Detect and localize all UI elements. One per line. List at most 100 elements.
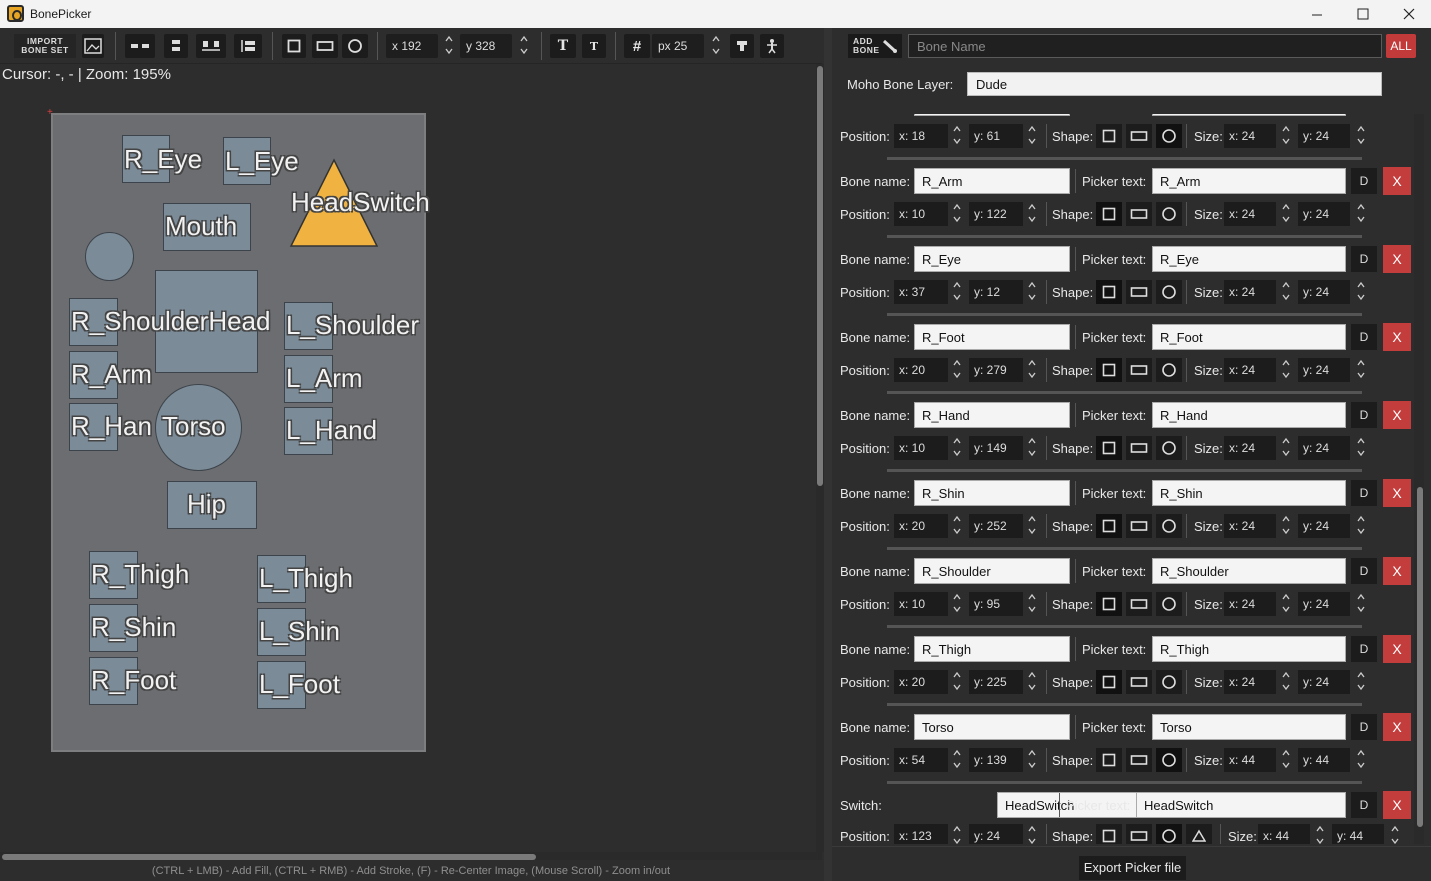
bone-list-scroll-thumb[interactable] (1417, 487, 1423, 827)
close-button[interactable] (1386, 0, 1431, 28)
shape-circle-button[interactable] (1156, 202, 1182, 226)
bone-position-y-stepper[interactable] (1026, 592, 1038, 616)
bone-position-y[interactable]: y: 95 (969, 592, 1023, 616)
bone-size-x-stepper[interactable] (1280, 670, 1292, 694)
moho-bone-layer-field[interactable]: Dude (967, 72, 1382, 96)
shape-circle-button[interactable] (1156, 358, 1182, 382)
bone-position-x-stepper[interactable] (951, 280, 963, 304)
bone-position-x-stepper[interactable] (951, 202, 963, 226)
bone-size-x-stepper[interactable] (1314, 824, 1326, 844)
bone-size-y[interactable]: y: 24 (1298, 514, 1350, 538)
bone-position-y-stepper[interactable] (1026, 202, 1038, 226)
bone-position-y[interactable]: y: 149 (969, 436, 1023, 460)
bone-size-x[interactable]: x: 24 (1224, 592, 1276, 616)
bone-size-y-stepper[interactable] (1389, 824, 1401, 844)
shape-circle-button[interactable] (342, 34, 368, 58)
all-button[interactable]: ALL (1386, 34, 1416, 58)
bone-name-field[interactable] (914, 114, 1070, 116)
picker-text-field[interactable]: R_Shoulder (1152, 558, 1346, 584)
add-bone-button[interactable]: ADD BONE (848, 34, 902, 58)
bone-position-x[interactable]: x: 18 (894, 124, 948, 148)
bone-size-x-stepper[interactable] (1280, 358, 1292, 382)
shape-circle-button[interactable] (1156, 824, 1182, 844)
bone-position-x-stepper[interactable] (951, 824, 963, 844)
shape-rectangle-button[interactable] (1126, 202, 1152, 226)
duplicate-button[interactable]: D (1351, 714, 1377, 740)
minimize-button[interactable] (1294, 0, 1340, 28)
picker-text-field[interactable]: Torso (1152, 714, 1346, 740)
bone-position-x[interactable]: x: 54 (894, 748, 948, 772)
canvas-horizontal-scroll-thumb[interactable] (2, 854, 536, 860)
shape-rectangle-button[interactable] (312, 34, 338, 58)
shape-rectangle-button[interactable] (1126, 436, 1152, 460)
position-x-field[interactable]: x 192 (386, 34, 438, 58)
delete-button[interactable]: X (1383, 635, 1411, 663)
duplicate-button[interactable]: D (1351, 246, 1377, 272)
bone-size-x-stepper[interactable] (1280, 514, 1292, 538)
bone-name-field[interactable]: R_Thigh (914, 636, 1070, 662)
shape-square-button[interactable] (282, 34, 306, 58)
shape-rectangle-button[interactable] (1126, 358, 1152, 382)
shape-circle-button[interactable] (1156, 514, 1182, 538)
bone-size-x[interactable]: x: 24 (1224, 280, 1276, 304)
text-size-button[interactable]: T (582, 34, 606, 58)
grid-size-stepper[interactable] (709, 34, 723, 58)
bone-position-x[interactable]: x: 10 (894, 202, 948, 226)
bone-size-y-stepper[interactable] (1355, 514, 1367, 538)
panel-splitter[interactable] (824, 28, 832, 881)
snap-button[interactable] (730, 34, 754, 58)
image-import-button[interactable] (82, 34, 104, 58)
bone-position-x[interactable]: x: 10 (894, 592, 948, 616)
bone-position-y[interactable]: y: 225 (969, 670, 1023, 694)
bone-position-y-stepper[interactable] (1026, 748, 1038, 772)
bone-position-x[interactable]: x: 37 (894, 280, 948, 304)
text-tool-button[interactable]: T (550, 34, 576, 58)
shape-circle-button[interactable] (1156, 670, 1182, 694)
bone-size-x-stepper[interactable] (1280, 748, 1292, 772)
bone-size-y[interactable]: y: 24 (1298, 124, 1350, 148)
bone-size-x[interactable]: x: 24 (1224, 358, 1276, 382)
shape-circle-button[interactable] (1156, 748, 1182, 772)
bone-position-y-stepper[interactable] (1026, 670, 1038, 694)
bone-position-x[interactable]: x: 20 (894, 514, 948, 538)
duplicate-button[interactable]: D (1351, 558, 1377, 584)
position-y-stepper[interactable] (517, 34, 531, 58)
shape-rectangle-button[interactable] (1126, 824, 1152, 844)
bone-position-y[interactable]: y: 252 (969, 514, 1023, 538)
distribute-horizontal-button[interactable] (196, 34, 226, 58)
shape-square-button[interactable] (1096, 202, 1122, 226)
bone-size-x[interactable]: x: 24 (1224, 436, 1276, 460)
shape-rectangle-button[interactable] (1126, 748, 1152, 772)
bone-size-x[interactable]: x: 24 (1224, 670, 1276, 694)
bone-position-x-stepper[interactable] (951, 592, 963, 616)
shape-square-button[interactable] (1096, 280, 1122, 304)
maximize-button[interactable] (1340, 0, 1386, 28)
delete-button[interactable]: X (1383, 713, 1411, 741)
shape-rectangle-button[interactable] (1126, 592, 1152, 616)
bone-name-field[interactable]: R_Hand (914, 402, 1070, 428)
figure-template-button[interactable] (760, 34, 784, 58)
align-horizontal-button[interactable] (125, 34, 155, 58)
bone-name-field[interactable]: Torso (914, 714, 1070, 740)
bone-name-field[interactable]: R_Eye (914, 246, 1070, 272)
bone-position-y-stepper[interactable] (1026, 124, 1038, 148)
delete-button[interactable]: X (1383, 557, 1411, 585)
bone-position-x-stepper[interactable] (951, 748, 963, 772)
bone-position-y[interactable]: y: 279 (969, 358, 1023, 382)
shape-square-button[interactable] (1096, 514, 1122, 538)
bone-position-y-stepper[interactable] (1026, 280, 1038, 304)
bone-position-x-stepper[interactable] (951, 514, 963, 538)
shape-circle-button[interactable] (1156, 124, 1182, 148)
bone-size-x[interactable]: x: 24 (1224, 124, 1276, 148)
duplicate-button[interactable]: D (1351, 480, 1377, 506)
picker-text-field[interactable]: R_Thigh (1152, 636, 1346, 662)
shape-circle-button[interactable] (1156, 592, 1182, 616)
bone-position-x-stepper[interactable] (951, 358, 963, 382)
export-picker-button[interactable]: Export Picker file (1079, 856, 1186, 880)
bone-size-y-stepper[interactable] (1355, 280, 1367, 304)
bone-size-y-stepper[interactable] (1355, 436, 1367, 460)
bone-size-y[interactable]: y: 24 (1298, 202, 1350, 226)
picker-text-field[interactable]: R_Hand (1152, 402, 1346, 428)
bone-size-x-stepper[interactable] (1280, 124, 1292, 148)
bone-name-input[interactable]: Bone Name (908, 34, 1382, 58)
